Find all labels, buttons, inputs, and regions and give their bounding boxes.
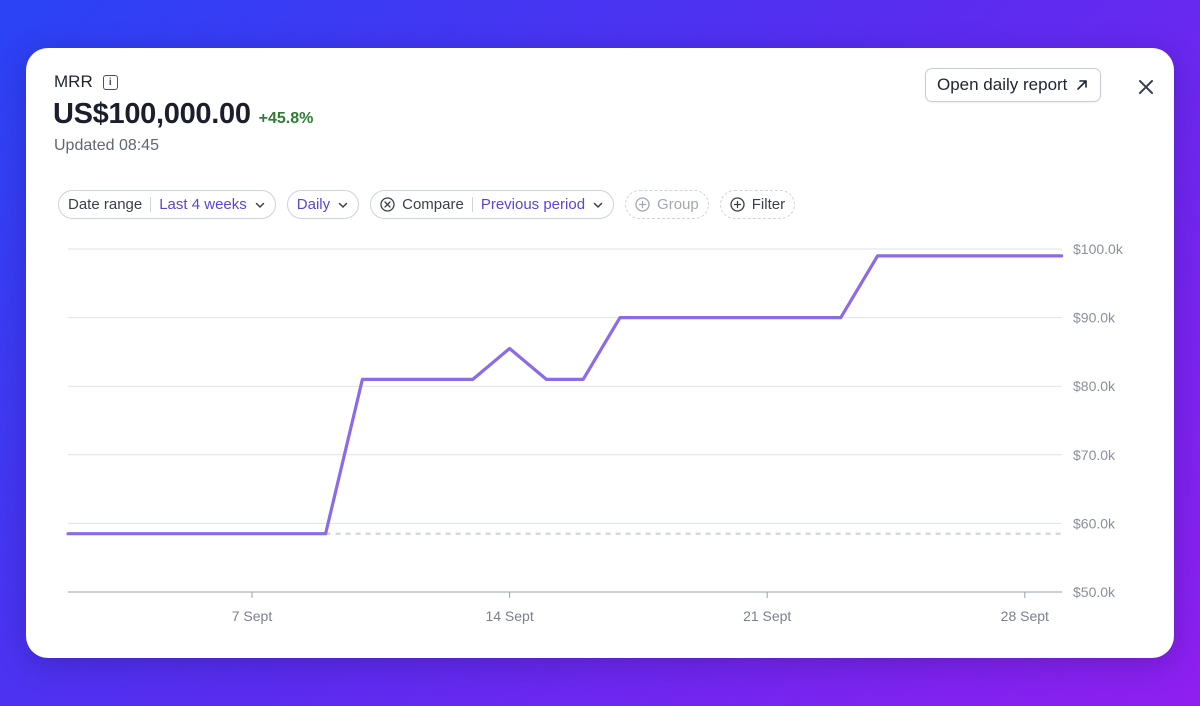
y-tick-label: $100.0k [1073, 241, 1124, 257]
mrr-card: MRR i US$100,000.00 +45.8% Updated 08:45… [26, 48, 1174, 658]
y-tick-label: $80.0k [1073, 378, 1116, 394]
x-tick-label: 28 Sept [1001, 608, 1049, 624]
mrr-series-line [66, 254, 1064, 536]
mrr-line-chart: $50.0k $60.0k $70.0k $80.0k $90.0k $100.0k 7 S… [66, 241, 1124, 624]
y-tick-label: $50.0k [1073, 584, 1116, 600]
x-tick-label: 21 Sept [743, 608, 791, 624]
y-tick-label: $70.0k [1073, 447, 1116, 463]
x-tick-label: 14 Sept [485, 608, 533, 624]
x-tick-label: 7 Sept [232, 608, 273, 624]
y-tick-label: $60.0k [1073, 515, 1116, 531]
y-tick-label: $90.0k [1073, 310, 1116, 326]
